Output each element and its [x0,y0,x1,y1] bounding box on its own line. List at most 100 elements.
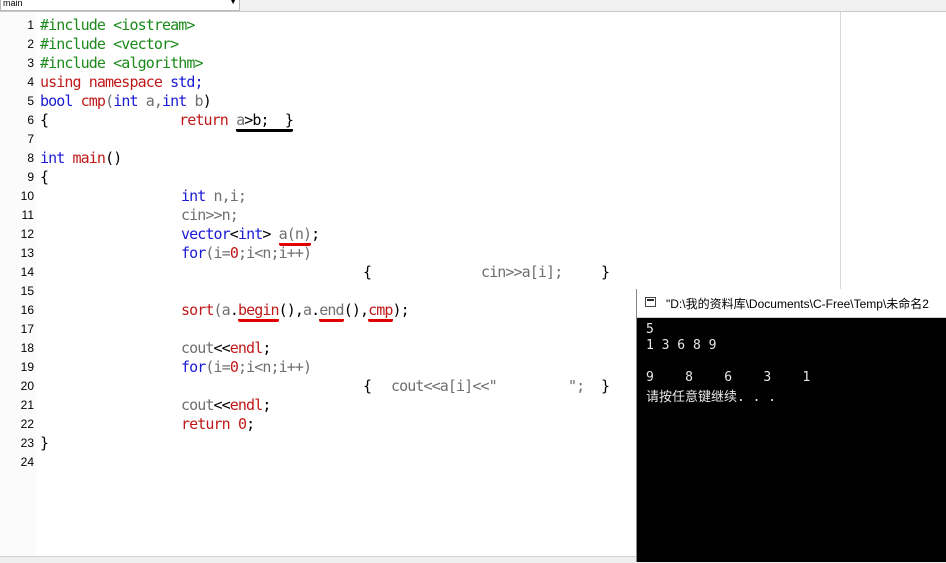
code-token: ; [262,339,271,357]
code-line[interactable]: 2 #include <vector> [0,34,840,53]
code-token: ( [213,301,223,319]
chevron-down-icon[interactable]: ▼ [229,0,237,6]
code-token: ;i<n;i++) [237,244,312,262]
code-token: n,i; [205,187,247,205]
code-token: 0 [237,415,247,433]
code-token: #include <vector> [40,35,179,53]
code-line[interactable]: 6 { return a>b; } [0,110,840,132]
code-token: using [40,73,82,91]
code-token: int [237,225,263,243]
code-token: cmp [72,92,106,110]
line-number: 4 [27,75,34,89]
line-number: 21 [20,398,34,412]
code-token: return [179,111,229,129]
line-number: 19 [20,360,34,374]
code-token: bool [40,92,73,110]
line-number: 13 [20,246,34,260]
code-token: namespace [80,73,163,91]
code-line[interactable]: 13 for(i=0;i<n;i++) [0,243,840,262]
code-line[interactable]: 7 [0,129,840,148]
code-token: a [303,301,312,319]
line-number: 12 [20,227,34,241]
line-number: 2 [27,37,34,51]
code-token: { [40,111,49,129]
function-dropdown[interactable]: main ▼ [0,0,240,11]
line-number: 9 [27,170,34,184]
line-number: 20 [20,379,34,393]
code-token: a [236,111,245,129]
code-token: <<a[i]<<" [423,377,498,395]
code-line[interactable]: 11 cin>>n; [0,205,840,224]
code-line[interactable]: 4 using namespace std; [0,72,840,91]
line-number: 23 [20,436,34,450]
code-token: } [601,263,610,281]
code-token: vector [181,225,231,243]
code-token: cin [481,263,506,281]
code-token: main [64,149,106,167]
code-token: ); [392,301,410,319]
code-line[interactable]: 8 int main() [0,148,840,167]
code-token: sort [181,301,214,319]
console-app-icon [645,297,656,307]
code-token: return [181,415,231,433]
code-token: #include <iostream> [40,16,195,34]
line-number: 11 [21,208,34,222]
code-token: cout [181,339,214,357]
console-title-bar[interactable]: "D:\我的资料库\Documents\C-Free\Temp\未命名2 [637,289,946,318]
line-number: 14 [20,265,34,279]
code-token: int [162,92,187,110]
code-token: >b; [244,111,269,129]
code-token: for [181,244,206,262]
top-toolbar: main ▼ [0,0,946,12]
code-token: b [186,92,204,110]
code-token: < [229,225,239,243]
code-token: 0 [229,244,239,262]
code-token: } [268,111,294,129]
code-token: ) [202,92,212,110]
code-token: a [278,225,288,243]
code-token: #include <algorithm> [40,54,204,72]
line-number: 5 [27,94,34,108]
code-token: (), [343,301,369,319]
console-window[interactable]: "D:\我的资料库\Documents\C-Free\Temp\未命名2 5 1… [636,289,946,562]
code-token: { [363,377,372,395]
code-token: (i= [205,358,230,376]
code-token: << [213,396,231,414]
code-token: cout [391,377,424,395]
code-token: "; [568,377,585,395]
line-number: 6 [27,113,34,127]
code-line[interactable]: 5 bool cmp(int a,int b) [0,91,840,110]
line-number: 1 [27,18,34,32]
code-line[interactable]: 3 #include <algorithm> [0,53,840,72]
console-output-line: 5 [646,322,654,337]
code-token: int [181,187,206,205]
code-token: cout [181,396,214,414]
console-output-line: 9 8 6 3 1 [646,370,811,385]
line-number: 22 [20,417,34,431]
code-line[interactable]: 1 #include <iostream> [0,15,840,34]
code-line[interactable]: 12 vector<int> a(n); [0,224,840,246]
code-token: >>n; [205,206,238,224]
code-token: } [40,434,49,452]
code-line[interactable]: 10 int n,i; [0,186,840,205]
line-number: 16 [20,303,34,317]
function-dropdown-value: main [3,0,23,8]
line-number: 15 [20,284,34,298]
code-token: ; [246,415,255,433]
code-token: ;i<n;i++) [237,358,312,376]
code-token: ( [105,92,114,110]
line-number: 17 [20,322,34,336]
line-number: 10 [20,189,34,203]
code-token: << [213,339,231,357]
line-number: 8 [27,151,34,165]
code-token: , [153,92,163,110]
code-line[interactable]: 14 { cin>>a[i]; } [0,262,840,281]
code-line[interactable]: 9 { [0,167,840,186]
code-token: > [262,225,271,243]
line-number: 18 [20,341,34,355]
code-token: () [105,149,122,167]
line-number: 7 [27,132,34,146]
code-token: . [229,301,239,319]
code-token: endl [229,396,263,414]
line-number: 24 [20,455,34,469]
